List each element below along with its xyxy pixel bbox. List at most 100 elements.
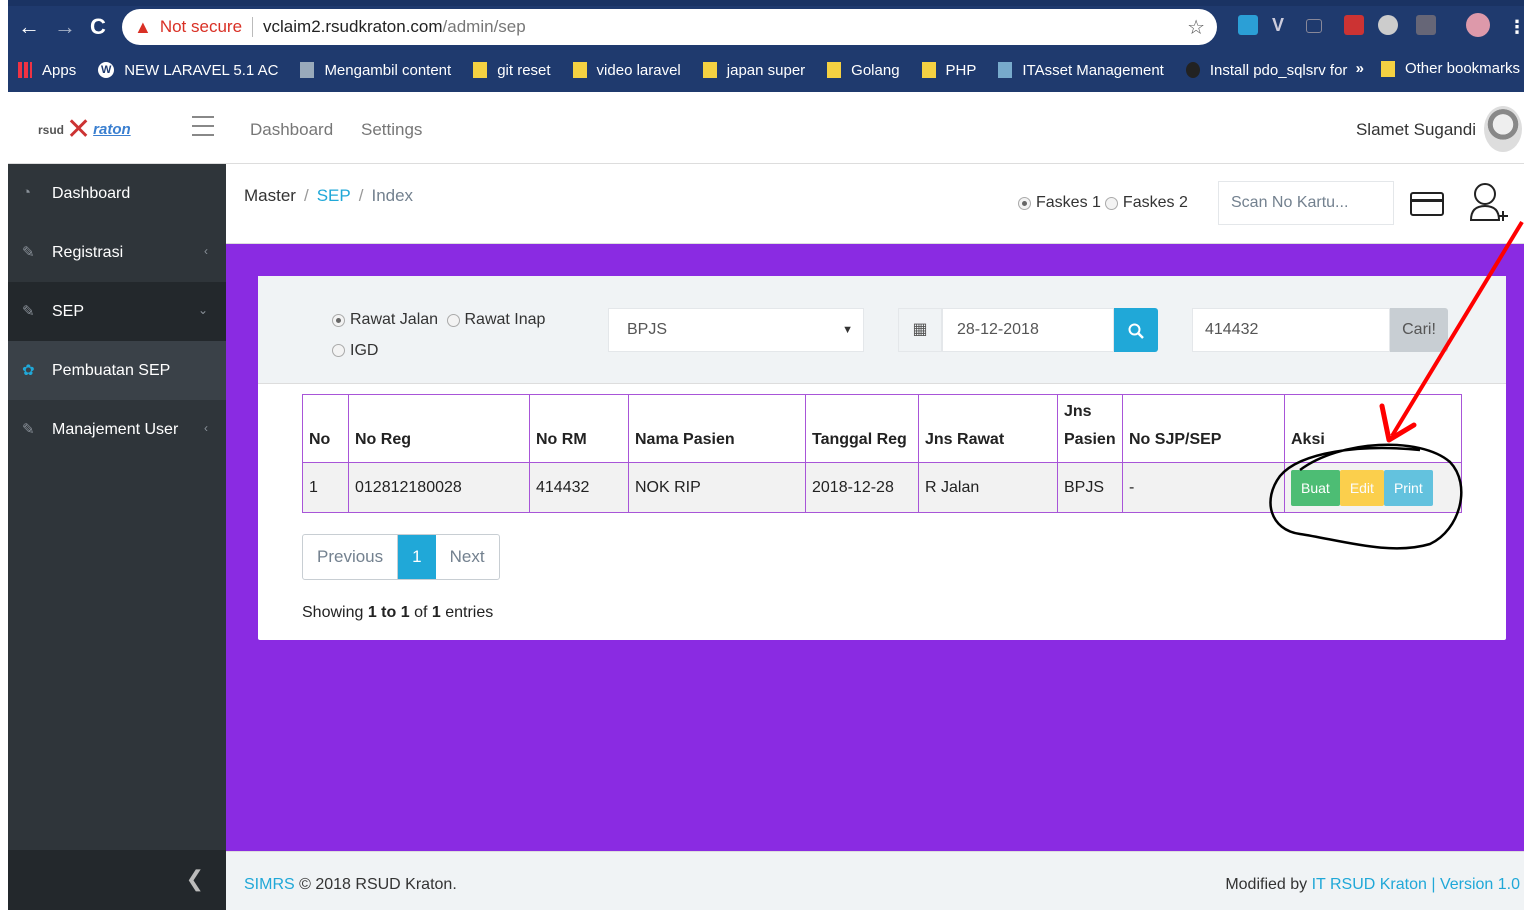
column-header[interactable]: Nama Pasien: [628, 394, 806, 463]
bookmark-apps[interactable]: Apps: [18, 62, 76, 79]
window-frame: [0, 0, 8, 910]
back-arrow-icon[interactable]: ←: [18, 14, 40, 40]
folder-icon: [921, 62, 936, 78]
footer: SIMRS © 2018 RSUD Kraton. Modified by IT…: [226, 851, 1524, 910]
bookmark-folder[interactable]: Golang: [827, 62, 900, 79]
search-button[interactable]: [1114, 308, 1158, 352]
cari-button[interactable]: Cari!: [1390, 308, 1448, 352]
speedometer-icon: ◔: [22, 184, 32, 201]
next-page-button[interactable]: Next: [436, 535, 499, 579]
column-header[interactable]: No RM: [529, 394, 629, 463]
column-header[interactable]: No Reg: [348, 394, 530, 463]
column-header[interactable]: Tanggal Reg: [805, 394, 919, 463]
rawat-jalan-option[interactable]: Rawat Jalan: [332, 306, 438, 334]
profile-avatar-icon[interactable]: [1466, 13, 1490, 37]
column-header[interactable]: Jns Pasien: [1057, 394, 1123, 463]
extension-icon[interactable]: [1378, 15, 1398, 35]
folder-icon: [702, 62, 717, 78]
chevron-left-icon: ❮: [185, 866, 204, 891]
filter-bar: Rawat Jalan Rawat Inap IGD BPJS ▼ ▦ 28-1…: [258, 276, 1506, 384]
igd-radio[interactable]: [332, 344, 345, 357]
bookmark-item[interactable]: Install pdo_sqlsrv for: [1185, 62, 1347, 79]
edit-button[interactable]: Edit: [1339, 469, 1384, 506]
faskes-2-label[interactable]: Faskes 2: [1123, 194, 1188, 212]
apps-grid-icon: [18, 62, 32, 78]
column-header[interactable]: Aksi: [1284, 394, 1462, 463]
bookmark-folder[interactable]: git reset: [473, 62, 551, 79]
cell-tanggal-reg: 2018-12-28: [805, 462, 919, 513]
footer-credits: Modified by IT RSUD Kraton | Version 1.0: [1225, 876, 1520, 893]
sidebar-toggle-icon[interactable]: [192, 116, 214, 143]
credit-card-icon[interactable]: [1410, 192, 1444, 216]
previous-page-button[interactable]: Previous: [303, 535, 399, 579]
payer-select[interactable]: BPJS ▼: [608, 308, 864, 352]
bookmark-item[interactable]: ITAsset Management: [998, 62, 1164, 79]
rawat-inap-option[interactable]: Rawat Inap: [446, 306, 545, 334]
logo-mark-icon: ✕: [66, 113, 92, 146]
sidebar-item-manajement-user[interactable]: ✎ Manajement User ‹: [8, 400, 226, 459]
rawat-inap-radio[interactable]: [446, 313, 460, 327]
faskes-2-radio[interactable]: [1104, 196, 1118, 210]
bookmark-star-icon[interactable]: ☆: [1187, 15, 1205, 40]
extension-icon[interactable]: [1416, 15, 1436, 35]
column-header[interactable]: No SJP/SEP: [1122, 394, 1285, 463]
avatar[interactable]: [1484, 106, 1522, 152]
footer-team-link[interactable]: IT RSUD Kraton: [1312, 876, 1427, 893]
security-status[interactable]: Not secure: [160, 17, 242, 37]
cell-aksi: Buat Edit Print: [1284, 462, 1462, 513]
igd-option[interactable]: IGD: [332, 337, 378, 365]
pdf-extension-icon[interactable]: [1344, 15, 1364, 35]
vue-devtools-icon[interactable]: V: [1272, 15, 1292, 35]
nav-dashboard[interactable]: Dashboard: [250, 120, 333, 140]
nav-settings[interactable]: Settings: [361, 120, 422, 140]
buat-button[interactable]: Buat: [1291, 469, 1340, 506]
pagination: Previous 1 Next: [302, 534, 500, 580]
address-bar[interactable]: ▲ Not secure vclaim2.rsudkraton.com/admi…: [122, 9, 1217, 45]
bookmark-folder[interactable]: japan super: [702, 62, 805, 79]
sep-panel: Rawat Jalan Rawat Inap IGD BPJS ▼ ▦ 28-1…: [258, 276, 1506, 640]
browser-menu-icon[interactable]: ⋮: [1508, 14, 1524, 40]
bookmark-item[interactable]: W NEW LARAVEL 5.1 AC: [98, 62, 278, 79]
column-header[interactable]: Jns Rawat: [918, 394, 1058, 463]
chevron-left-icon: ‹: [204, 244, 208, 258]
sidebar-minimizer[interactable]: ❮: [8, 850, 226, 910]
column-header[interactable]: No: [302, 394, 349, 463]
extension-icon[interactable]: [1238, 15, 1258, 35]
bookmarks-overflow-button[interactable]: »: [1356, 60, 1364, 77]
brand-logo[interactable]: rsud ✕ raton: [38, 112, 131, 147]
faskes-1-label[interactable]: Faskes 1: [1036, 194, 1101, 212]
print-button[interactable]: Print: [1383, 469, 1433, 506]
faskes-1-radio[interactable]: [1018, 196, 1031, 210]
bookmark-folder[interactable]: video laravel: [572, 62, 681, 79]
breadcrumb-sep-link[interactable]: SEP: [317, 186, 351, 205]
calendar-icon: ▦: [898, 308, 942, 352]
rawat-radio-group: Rawat Jalan Rawat Inap IGD: [332, 306, 549, 367]
pencil-icon: ✎: [22, 421, 35, 438]
cell-no-sjp-sep: -: [1122, 462, 1285, 513]
forward-arrow-icon[interactable]: →: [54, 14, 76, 40]
page-icon: [300, 62, 315, 78]
chevron-left-icon: ‹: [204, 421, 208, 435]
footer-simrs-link[interactable]: SIMRS: [244, 876, 295, 893]
folder-icon: [572, 62, 587, 78]
date-input[interactable]: 28-12-2018: [942, 308, 1114, 352]
rawat-jalan-radio[interactable]: [332, 313, 345, 327]
main-content: Rawat Jalan Rawat Inap IGD BPJS ▼ ▦ 28-1…: [226, 244, 1524, 851]
other-bookmarks[interactable]: Other bookmarks: [1380, 60, 1520, 77]
browser-tabstrip-edge: [8, 0, 1524, 6]
sidebar-item-pembuatan-sep[interactable]: ✿ Pembuatan SEP: [8, 341, 226, 400]
sidebar-item-sep[interactable]: ✎ SEP ⌄: [8, 282, 226, 341]
scan-card-input[interactable]: [1218, 181, 1394, 225]
sidebar-item-registrasi[interactable]: ✎ Registrasi ‹: [8, 223, 226, 282]
reload-icon[interactable]: C: [90, 14, 106, 40]
page-1-button[interactable]: 1: [398, 535, 436, 579]
sidebar-item-dashboard[interactable]: ◔ Dashboard: [8, 164, 226, 223]
user-add-icon[interactable]: [1468, 180, 1508, 228]
bookmark-item[interactable]: Mengambil content: [300, 62, 451, 79]
bookmark-folder[interactable]: PHP: [921, 62, 976, 79]
breadcrumb: Master / SEP / Index: [244, 186, 414, 205]
no-rm-input[interactable]: 414432: [1192, 308, 1390, 352]
footer-copyright: SIMRS © 2018 RSUD Kraton.: [244, 876, 457, 893]
user-name[interactable]: Slamet Sugandi: [1356, 120, 1476, 140]
extension-icon[interactable]: [1306, 19, 1322, 33]
